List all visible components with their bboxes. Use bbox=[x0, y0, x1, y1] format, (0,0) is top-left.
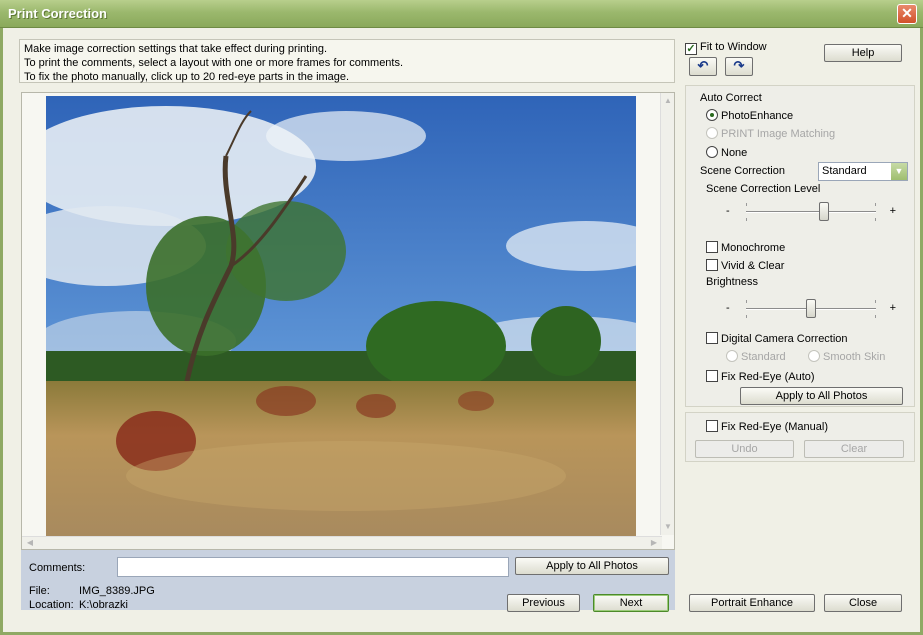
file-label: File: bbox=[29, 585, 50, 597]
horizontal-scrollbar[interactable]: ◀ ▶ bbox=[22, 536, 662, 549]
close-button[interactable]: Close bbox=[824, 594, 902, 612]
dc-standard-label: Standard bbox=[741, 351, 786, 363]
brightness-label: Brightness bbox=[706, 276, 758, 288]
vivid-clear-label: Vivid & Clear bbox=[721, 260, 785, 272]
fix-redeye-manual-checkbox[interactable] bbox=[706, 420, 718, 432]
photoenhance-radio[interactable] bbox=[706, 109, 718, 121]
dialog-body: Make image correction settings that take… bbox=[3, 28, 920, 632]
monochrome-label: Monochrome bbox=[721, 242, 786, 254]
scene-correction-label: Scene Correction bbox=[700, 165, 785, 177]
photoenhance-label: PhotoEnhance bbox=[721, 110, 794, 122]
help-button[interactable]: Help bbox=[824, 44, 902, 62]
fix-redeye-manual-option[interactable]: Fix Red-Eye (Manual) bbox=[706, 420, 828, 433]
instruction-line: To print the comments, select a layout w… bbox=[24, 57, 404, 69]
scene-correction-level-label: Scene Correction Level bbox=[706, 183, 821, 195]
fix-redeye-manual-label: Fix Red-Eye (Manual) bbox=[721, 421, 828, 433]
dc-standard-radio bbox=[726, 350, 738, 362]
window-title: Print Correction bbox=[8, 6, 107, 21]
fix-redeye-auto-option[interactable]: Fix Red-Eye (Auto) bbox=[706, 370, 815, 383]
instruction-line: To fix the photo manually, click up to 2… bbox=[24, 71, 350, 83]
close-icon[interactable]: ✕ bbox=[897, 4, 917, 24]
scene-level-thumb[interactable] bbox=[819, 202, 829, 221]
none-option[interactable]: None bbox=[706, 146, 747, 159]
monochrome-checkbox[interactable] bbox=[706, 241, 718, 253]
print-image-matching-label: PRINT Image Matching bbox=[721, 128, 836, 140]
digital-camera-checkbox[interactable] bbox=[706, 332, 718, 344]
print-image-matching-radio bbox=[706, 127, 718, 139]
landscape-photo[interactable] bbox=[46, 96, 636, 537]
slider-track bbox=[746, 211, 876, 213]
scroll-up-icon[interactable]: ▲ bbox=[662, 95, 674, 107]
comments-input[interactable] bbox=[117, 557, 509, 577]
slider-ticks bbox=[746, 203, 876, 206]
fit-to-window-row[interactable]: ✓ Fit to Window bbox=[685, 41, 767, 55]
fix-redeye-auto-label: Fix Red-Eye (Auto) bbox=[721, 371, 815, 383]
scene-correction-value: Standard bbox=[822, 165, 867, 177]
previous-button[interactable]: Previous bbox=[507, 594, 580, 612]
fit-to-window-checkbox[interactable]: ✓ bbox=[685, 43, 697, 55]
comments-file-panel: Comments: Apply to All Photos File: IMG_… bbox=[21, 550, 675, 612]
auto-correct-heading: Auto Correct bbox=[700, 92, 762, 104]
auto-correct-panel: Auto Correct PhotoEnhance PRINT Image Ma… bbox=[685, 85, 915, 407]
none-label: None bbox=[721, 147, 748, 159]
photo-preview[interactable] bbox=[46, 96, 636, 537]
print-correction-window: Print Correction ✕ Make image correction… bbox=[0, 0, 923, 635]
digital-camera-correction-option[interactable]: Digital Camera Correction bbox=[706, 332, 848, 345]
apply-settings-to-all-button[interactable]: Apply to All Photos bbox=[740, 387, 903, 405]
print-image-matching-option: PRINT Image Matching bbox=[706, 127, 835, 140]
rotate-left-icon[interactable]: ↶ bbox=[689, 57, 717, 76]
plus-label: + bbox=[889, 302, 896, 314]
scroll-right-icon[interactable]: ▶ bbox=[648, 537, 660, 549]
portrait-enhance-button[interactable]: Portrait Enhance bbox=[689, 594, 815, 612]
instruction-line: Make image correction settings that take… bbox=[24, 43, 328, 55]
scroll-left-icon[interactable]: ◀ bbox=[24, 537, 36, 549]
brightness-thumb[interactable] bbox=[806, 299, 816, 318]
rotate-right-icon[interactable]: ↷ bbox=[725, 57, 753, 76]
minus-label: - bbox=[726, 302, 730, 314]
scene-level-slider[interactable]: - + bbox=[726, 202, 896, 222]
brightness-slider[interactable]: - + bbox=[726, 299, 896, 319]
plus-label: + bbox=[889, 205, 896, 217]
monochrome-option[interactable]: Monochrome bbox=[706, 241, 785, 254]
dc-smooth-skin-radio bbox=[808, 350, 820, 362]
next-button[interactable]: Next bbox=[593, 594, 669, 612]
photoenhance-option[interactable]: PhotoEnhance bbox=[706, 109, 793, 122]
title-bar[interactable]: Print Correction ✕ bbox=[0, 0, 923, 28]
location-label: Location: bbox=[29, 599, 74, 611]
fit-to-window-label: Fit to Window bbox=[700, 41, 767, 53]
chevron-down-icon[interactable]: ▼ bbox=[891, 163, 907, 180]
dc-smooth-skin-label: Smooth Skin bbox=[823, 351, 886, 363]
none-radio[interactable] bbox=[706, 146, 718, 158]
location-path: K:\obrazki bbox=[79, 599, 128, 611]
comments-label: Comments: bbox=[29, 562, 86, 574]
vivid-clear-checkbox[interactable] bbox=[706, 259, 718, 271]
apply-comments-to-all-button[interactable]: Apply to All Photos bbox=[515, 557, 669, 575]
vivid-clear-option[interactable]: Vivid & Clear bbox=[706, 259, 784, 272]
image-preview-panel[interactable]: ▲ ▼ ◀ ▶ bbox=[21, 92, 675, 550]
clear-button[interactable]: Clear bbox=[804, 440, 904, 458]
undo-button[interactable]: Undo bbox=[695, 440, 794, 458]
manual-redeye-panel: Fix Red-Eye (Manual) Undo Clear bbox=[685, 412, 915, 462]
scroll-down-icon[interactable]: ▼ bbox=[662, 521, 674, 533]
dc-smooth-skin-option: Smooth Skin bbox=[808, 350, 885, 363]
footer-buttons: Portrait Enhance Close bbox=[685, 588, 915, 618]
fix-redeye-auto-checkbox[interactable] bbox=[706, 370, 718, 382]
digital-camera-label: Digital Camera Correction bbox=[721, 333, 848, 345]
scene-correction-select[interactable]: Standard ▼ bbox=[818, 162, 908, 181]
dc-standard-option: Standard bbox=[726, 350, 786, 363]
view-controls: ✓ Fit to Window Help ↶ ↷ bbox=[685, 38, 915, 84]
instructions-box: Make image correction settings that take… bbox=[19, 39, 675, 83]
minus-label: - bbox=[726, 205, 730, 217]
file-name: IMG_8389.JPG bbox=[79, 585, 155, 597]
vertical-scrollbar[interactable]: ▲ ▼ bbox=[660, 93, 674, 535]
slider-ticks bbox=[746, 218, 876, 221]
